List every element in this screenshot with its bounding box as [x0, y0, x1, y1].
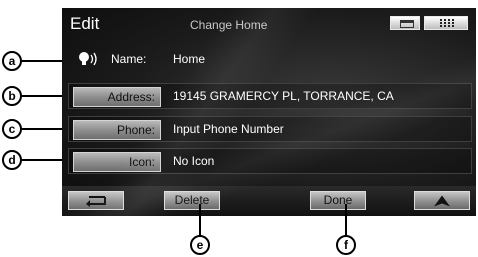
menu-grid-button[interactable]: [424, 16, 468, 30]
back-button[interactable]: [68, 191, 124, 210]
phone-button[interactable]: Phone:: [73, 120, 161, 140]
map-arrow-icon: [434, 195, 450, 206]
name-label: Name:: [111, 52, 147, 66]
map-button[interactable]: [414, 191, 470, 210]
callout-a: a: [2, 51, 22, 71]
bottom-bar: Delete Done: [62, 186, 476, 216]
name-value: Home: [173, 52, 206, 66]
callout-e-line: [199, 204, 201, 236]
phone-value: Input Phone Number: [173, 122, 284, 136]
icon-button[interactable]: Icon:: [73, 152, 161, 172]
icon-row: Icon: No Icon: [68, 148, 472, 174]
window-icon: [400, 20, 414, 28]
back-arrow-icon: [86, 195, 106, 207]
screen-subtitle: Change Home: [190, 18, 268, 32]
callout-b: b: [2, 86, 22, 106]
callout-e: e: [190, 235, 210, 255]
speaker-icon[interactable]: [77, 51, 99, 67]
callout-d: d: [2, 150, 22, 170]
address-value: 19145 GRAMERCY PL, TORRANCE, CA: [173, 89, 394, 103]
icon-value: No Icon: [173, 154, 215, 168]
window-button[interactable]: [390, 16, 420, 30]
edit-screen: Edit Change Home Name: Home Address: 191…: [62, 8, 476, 216]
callout-f-line: [345, 204, 347, 236]
grid-icon: [440, 19, 454, 27]
name-row: Name: Home: [68, 46, 472, 72]
address-row: Address: 19145 GRAMERCY PL, TORRANCE, CA: [68, 83, 472, 109]
screen-title: Edit: [70, 14, 100, 33]
delete-button[interactable]: Delete: [164, 191, 220, 210]
callout-f: f: [336, 235, 356, 255]
address-button[interactable]: Address:: [73, 87, 161, 107]
callout-c: c: [2, 119, 22, 139]
phone-row: Phone: Input Phone Number: [68, 116, 472, 142]
done-button[interactable]: Done: [310, 191, 366, 210]
